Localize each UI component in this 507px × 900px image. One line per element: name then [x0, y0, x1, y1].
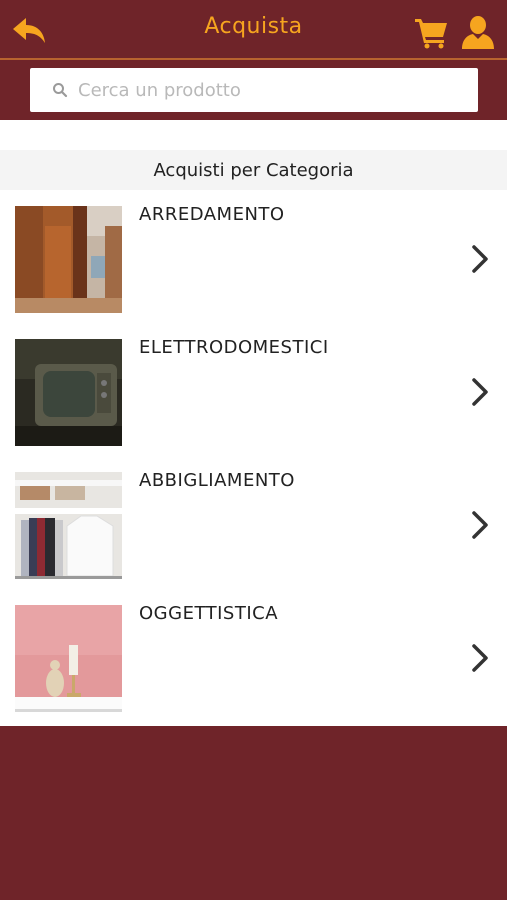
chevron-right-icon	[468, 242, 492, 276]
user-button[interactable]	[458, 14, 498, 50]
app-header: Acquista	[0, 0, 507, 60]
decor-objects-photo	[15, 605, 122, 712]
search-input[interactable]	[76, 78, 470, 102]
category-item-abbigliamento[interactable]: ABBIGLIAMENTO	[0, 456, 507, 589]
chevron-right-icon	[468, 641, 492, 675]
chevron-right-icon	[468, 508, 492, 542]
category-label: OGGETTISTICA	[139, 603, 279, 624]
closet-clothes-photo	[15, 472, 122, 579]
category-label: ELETTRODOMESTICI	[139, 337, 329, 358]
cart-icon	[415, 19, 447, 49]
chevron-right-icon	[468, 375, 492, 409]
section-title: Acquisti per Categoria	[0, 150, 507, 190]
category-label: ARREDAMENTO	[139, 204, 285, 225]
search-icon	[53, 83, 68, 98]
main-content: Acquisti per Categoria ARREDAMENTO ELETT…	[0, 120, 507, 726]
wardrobe-photo	[15, 206, 122, 313]
search-bar	[0, 60, 507, 120]
category-item-oggettistica[interactable]: OGGETTISTICA	[0, 589, 507, 722]
category-label: ABBIGLIAMENTO	[139, 470, 295, 491]
category-item-arredamento[interactable]: ARREDAMENTO	[0, 190, 507, 323]
search-box[interactable]	[30, 68, 478, 112]
user-icon	[462, 16, 494, 49]
category-list: ARREDAMENTO ELETTRODOMESTICI ABBIGLIAMEN…	[0, 190, 507, 722]
television-photo	[15, 339, 122, 446]
cart-button[interactable]	[412, 14, 450, 50]
category-item-elettrodomestici[interactable]: ELETTRODOMESTICI	[0, 323, 507, 456]
